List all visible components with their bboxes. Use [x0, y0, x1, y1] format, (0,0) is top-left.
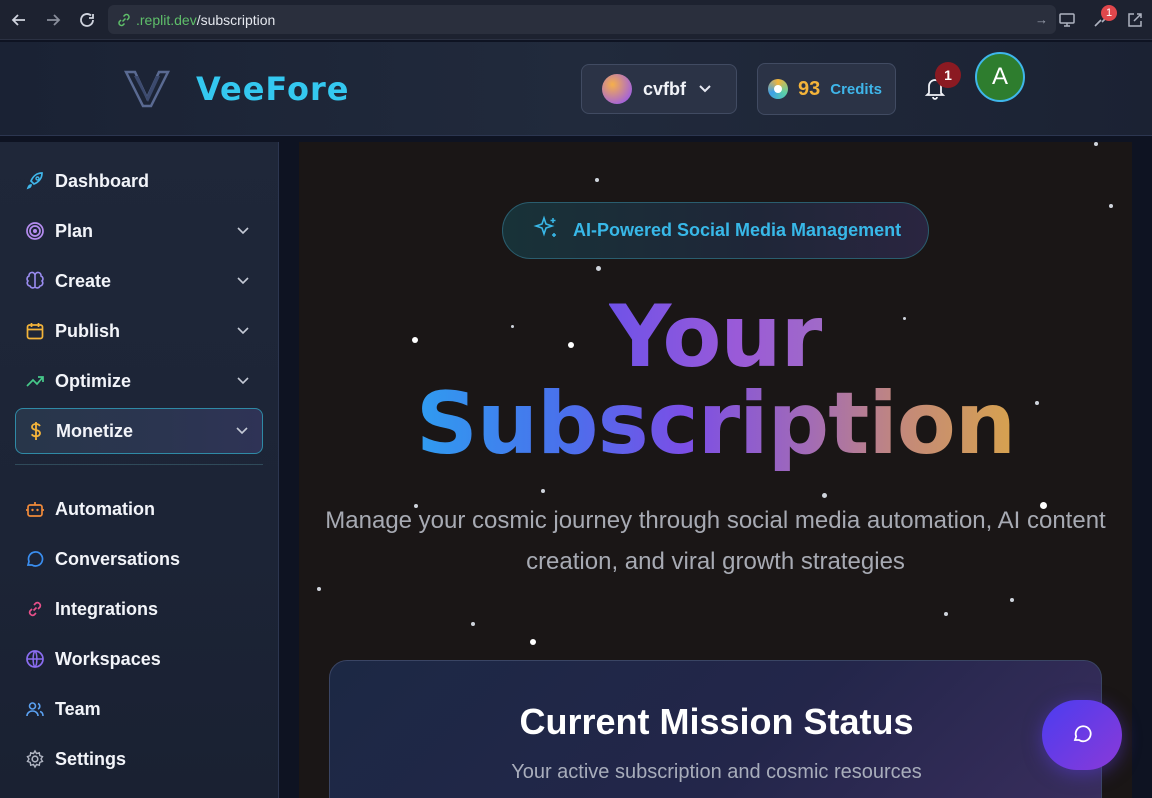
chat-bubble-icon: [1071, 722, 1093, 749]
workspace-name: cvfbf: [643, 78, 687, 99]
sidebar-item-label: Optimize: [55, 370, 132, 391]
sidebar-item-label: Dashboard: [55, 170, 150, 191]
star-decoration: [317, 587, 321, 591]
sidebar-item-publish[interactable]: Publish: [15, 308, 263, 354]
sparkles-icon: [533, 215, 559, 246]
sidebar-item-integrations[interactable]: Integrations: [15, 586, 263, 632]
sidebar-item-team[interactable]: Team: [15, 686, 263, 732]
brain-icon: [25, 271, 45, 291]
hero-title-line1: Your: [608, 287, 823, 387]
ai-badge-label: AI-Powered Social Media Management: [573, 220, 902, 240]
reload-icon[interactable]: [72, 5, 102, 35]
url-path: /subscription: [196, 11, 276, 28]
sidebar-item-workspaces[interactable]: Workspaces: [15, 636, 263, 682]
browser-toolbar: .replit.dev/subscription → 1: [0, 0, 1152, 40]
sidebar-item-automation[interactable]: Automation: [15, 486, 263, 532]
workspace-avatar: [602, 74, 632, 104]
back-icon[interactable]: [4, 5, 34, 35]
users-icon: [25, 699, 45, 719]
sidebar-item-label: Integrations: [55, 598, 159, 619]
link-secure-icon: [118, 13, 130, 26]
sidebar-item-conversations[interactable]: Conversations: [15, 536, 263, 582]
monitor-icon[interactable]: [1054, 7, 1080, 33]
sidebar-item-dashboard[interactable]: Dashboard: [15, 158, 263, 204]
card-subtitle: Your active subscription and cosmic reso…: [511, 761, 922, 783]
sidebar-item-label: Team: [55, 698, 101, 719]
target-icon: [25, 221, 45, 241]
chat-bubble-icon: [25, 549, 45, 569]
ai-badge: AI-Powered Social Media Management: [502, 202, 929, 259]
chevron-down-icon: [236, 424, 248, 438]
star-decoration: [822, 493, 827, 498]
chat-support-button[interactable]: [1042, 700, 1122, 770]
star-decoration: [541, 489, 545, 493]
sidebar-item-monetize[interactable]: Monetize: [15, 408, 263, 454]
card-title: Current Mission Status: [519, 701, 914, 742]
rocket-icon: [25, 171, 45, 191]
sidebar-item-label: Conversations: [55, 548, 181, 569]
url-host: .replit.dev: [136, 11, 197, 28]
sidebar-item-optimize[interactable]: Optimize: [15, 358, 263, 404]
workspace-switcher[interactable]: cvfbf: [581, 64, 737, 114]
credits-label: Credits: [830, 80, 882, 98]
sidebar-item-label: Monetize: [56, 420, 134, 441]
dollar-icon: [26, 421, 46, 441]
hero-title-line2: Subscription: [415, 374, 1016, 474]
calendar-icon: [25, 321, 45, 341]
app-header: VeeFore cvfbf 93 Credits 1 A: [0, 42, 1152, 136]
chevron-down-icon: [237, 374, 249, 388]
chevron-down-icon: [237, 324, 249, 338]
sidebar-item-label: Settings: [55, 748, 127, 769]
link-icon: [25, 599, 45, 619]
chevron-down-icon: [237, 274, 249, 288]
extension-badge: 1: [1101, 5, 1117, 21]
gear-icon: [25, 749, 45, 769]
star-decoration: [944, 612, 948, 616]
forward-icon[interactable]: [38, 5, 68, 35]
user-avatar[interactable]: A: [975, 52, 1025, 102]
extension-wrench-icon[interactable]: 1: [1088, 5, 1117, 33]
sidebar-item-label: Workspaces: [55, 648, 161, 669]
star-decoration: [530, 639, 536, 645]
hero-subtitle: Manage your cosmic journey through socia…: [325, 507, 1106, 575]
credits-count: 93: [798, 77, 821, 100]
star-decoration: [1109, 204, 1113, 208]
chevron-down-icon: [237, 224, 249, 238]
star-decoration: [595, 178, 599, 182]
star-decoration: [596, 266, 601, 271]
mission-status-card: Current Mission Status Your active subsc…: [329, 660, 1102, 798]
address-bar[interactable]: .replit.dev/subscription →: [108, 5, 1056, 34]
sidebar: Dashboard Plan Create Publish Optimize M…: [0, 142, 279, 798]
sidebar-divider: [15, 464, 263, 465]
brand-name[interactable]: VeeFore: [196, 70, 349, 108]
sidebar-item-label: Create: [55, 270, 112, 291]
credits-coin-icon: [768, 79, 788, 99]
sidebar-item-label: Plan: [55, 220, 94, 241]
sidebar-item-label: Automation: [55, 498, 155, 519]
open-external-icon[interactable]: [1122, 7, 1148, 33]
star-decoration: [471, 622, 475, 626]
trending-up-icon: [25, 371, 45, 391]
sidebar-item-plan[interactable]: Plan: [15, 208, 263, 254]
main-content: AI-Powered Social Media Management Your …: [299, 142, 1132, 798]
credits-display[interactable]: 93 Credits: [757, 63, 896, 115]
globe-icon: [25, 649, 45, 669]
sidebar-item-settings[interactable]: Settings: [15, 736, 263, 782]
veefore-logo-icon[interactable]: [123, 68, 171, 108]
sidebar-item-create[interactable]: Create: [15, 258, 263, 304]
star-decoration: [1094, 142, 1098, 146]
star-decoration: [1010, 598, 1014, 602]
chevron-down-icon: [698, 82, 712, 97]
notification-badge: 1: [935, 62, 961, 88]
go-arrow-icon[interactable]: →: [1035, 12, 1048, 27]
sidebar-item-label: Publish: [55, 320, 121, 341]
bot-icon: [25, 499, 45, 519]
